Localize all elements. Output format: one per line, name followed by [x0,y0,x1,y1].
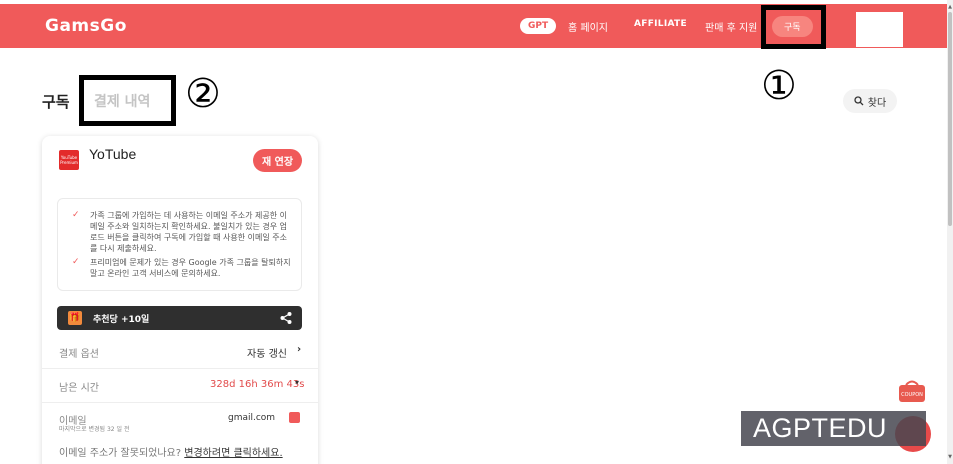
payment-option-label: 결제 옵션 [59,349,99,360]
user-avatar-placeholder[interactable] [856,12,903,47]
service-name: YoTube [89,146,137,162]
gift-icon: 🎁 [68,311,82,325]
scroll-thumb[interactable] [948,12,952,226]
coupon-label: COUPON [901,392,923,398]
coupon-icon[interactable]: COUPON [897,379,927,403]
tab-subscription[interactable]: 구독 [42,91,70,112]
divider [42,368,318,369]
scroll-down-arrow-icon[interactable]: ▼ [947,454,953,460]
annotation-marker-one: ① [761,63,797,109]
notice-item: ✓ 가족 그룹에 가입하는 데 사용하는 이메일 주소가 제공한 이메일 주소와… [70,210,292,254]
nav-home-link[interactable]: 홈 페이지 [568,19,608,34]
wrong-email-question: 이메일 주소가 잘못되었나요? [59,448,182,459]
nav-gpt-badge[interactable]: GPT [520,18,557,34]
search-icon [854,96,864,106]
search-label: 찾다 [867,97,887,109]
notice-text: 프리미엄에 문제가 있는 경우 Google 가족 그룹을 탈퇴하지 말고 온라… [90,258,291,278]
divider [42,402,318,403]
chevron-right-icon[interactable]: › [297,344,301,355]
remaining-time-label: 남은 시간 [59,383,99,394]
notice-item: ✓ 프리미엄에 문제가 있는 경우 Google 가족 그룹을 탈퇴하지 말고 … [70,257,292,279]
renew-button[interactable]: 재 연장 [253,149,302,172]
edit-email-icon[interactable] [289,412,300,423]
scroll-up-arrow-icon[interactable]: ▲ [947,4,953,10]
referral-text: 추천당 +10일 [93,315,150,325]
change-email-link[interactable]: 변경하려면 클릭하세요. [184,448,282,459]
check-icon: ✓ [72,257,80,267]
notice-text: 가족 그룹에 가입하는 데 사용하는 이메일 주소가 제공한 이메일 주소와 일… [90,211,287,253]
remaining-time-value: 328d 16h 36m 43s [210,379,305,390]
search-button[interactable]: 찾다 [843,89,897,113]
brand-logo[interactable]: GamsGo [45,16,127,36]
nav-after-sales-link[interactable]: 판매 후 지원 [705,19,757,34]
chevron-down-icon[interactable]: ▾ [295,378,299,387]
email-last-changed: 마지막으로 변경됨 32 일 전 [59,426,130,433]
share-icon[interactable] [279,311,293,325]
email-value: gmail.com [228,413,276,423]
annotation-marker-two: ② [185,71,221,117]
watermark: AGPTEDU [741,411,926,446]
nav-affiliate-link[interactable]: AFFILIATE [634,19,687,29]
tab-payment-history[interactable]: 결제 내역 [94,91,150,111]
check-icon: ✓ [72,210,80,220]
annotation-box-subscription [761,5,826,49]
referral-bar[interactable]: 🎁 추천당 +10일 [57,306,302,330]
youtube-premium-logo-icon: YouTube Premium [59,150,79,170]
wrong-email-prompt: 이메일 주소가 잘못되었나요? 변경하려면 클릭하세요. [59,444,283,459]
payment-option-value[interactable]: 자동 갱신 [247,345,287,360]
